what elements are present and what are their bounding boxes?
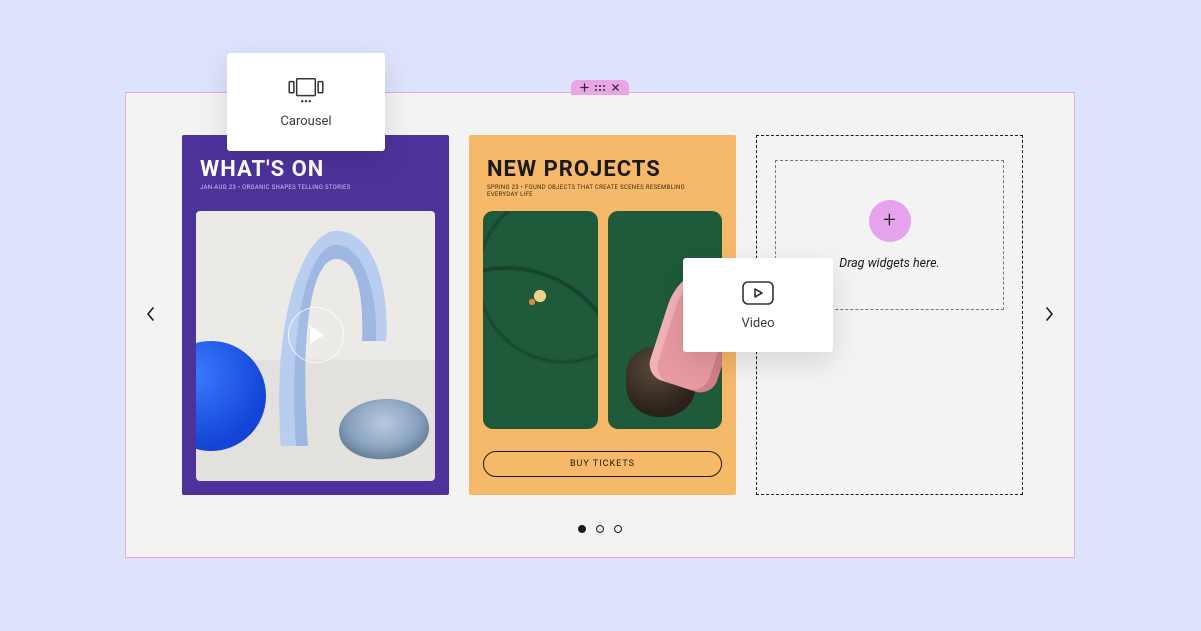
widget-label: Carousel — [280, 114, 331, 129]
slide-subtitle: JAN-AUG 23 • ORGANIC SHAPES TELLING STOR… — [182, 184, 449, 201]
section-handle[interactable] — [571, 80, 629, 95]
chevron-left-icon — [145, 306, 157, 322]
plus-icon[interactable] — [580, 83, 589, 92]
video-icon — [741, 280, 775, 306]
image-tile — [483, 211, 598, 429]
slide-title: NEW PROJECTS — [469, 135, 736, 184]
carousel-track: WHAT'S ON JAN-AUG 23 • ORGANIC SHAPES TE… — [182, 135, 1023, 495]
drop-hint: Drag widgets here. — [839, 256, 939, 271]
carousel-pagination — [578, 525, 622, 533]
widget-card-video[interactable]: Video — [683, 258, 833, 352]
carousel-slide-1[interactable]: WHAT'S ON JAN-AUG 23 • ORGANIC SHAPES TE… — [182, 135, 449, 495]
play-icon[interactable] — [288, 307, 344, 363]
carousel-icon — [286, 76, 326, 104]
carousel-prev-button[interactable] — [140, 303, 162, 325]
widget-label: Video — [741, 316, 774, 331]
pagination-dot-3[interactable] — [614, 525, 622, 533]
decorative-sphere — [196, 341, 266, 451]
drag-grip-icon[interactable] — [594, 84, 606, 92]
widget-card-carousel[interactable]: Carousel — [227, 53, 385, 151]
editor-canvas: WHAT'S ON JAN-AUG 23 • ORGANIC SHAPES TE… — [125, 92, 1075, 558]
pagination-dot-2[interactable] — [596, 525, 604, 533]
slide-subtitle: SPRING 23 • FOUND OBJECTS THAT CREATE SC… — [469, 184, 736, 208]
carousel-next-button[interactable] — [1038, 303, 1060, 325]
slide-media — [196, 211, 435, 481]
add-widget-button[interactable]: + — [869, 200, 911, 242]
pagination-dot-1[interactable] — [578, 525, 586, 533]
plus-icon: + — [883, 208, 895, 233]
close-icon[interactable] — [611, 83, 620, 92]
buy-tickets-button[interactable]: BUY TICKETS — [483, 451, 722, 477]
chevron-right-icon — [1043, 306, 1055, 322]
